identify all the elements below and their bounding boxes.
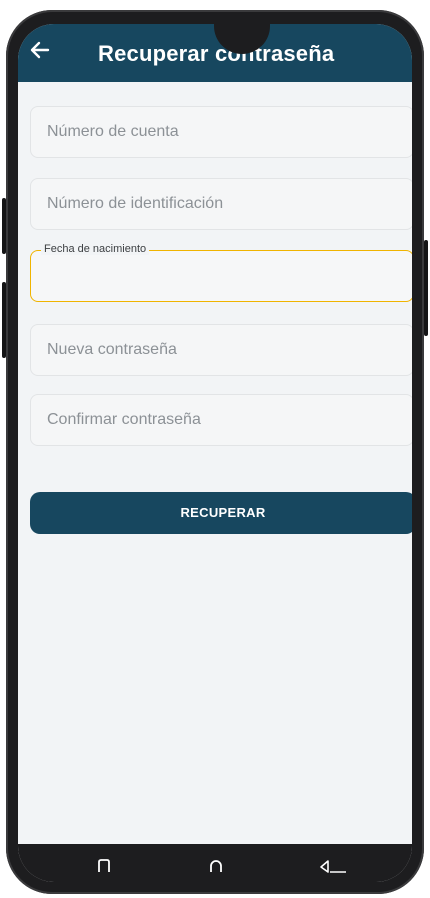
- birth-date-label: Fecha de nacimiento: [41, 243, 150, 255]
- home-icon[interactable]: [208, 858, 224, 874]
- recents-icon[interactable]: [96, 858, 112, 874]
- id-number-placeholder: Número de identificación: [47, 195, 224, 212]
- arrow-left-icon[interactable]: [28, 38, 52, 62]
- new-password-field[interactable]: Nueva contraseña: [30, 324, 412, 376]
- confirm-password-field[interactable]: Confirmar contraseña: [30, 394, 412, 446]
- birth-date-field[interactable]: Fecha de nacimiento: [30, 243, 412, 302]
- confirm-password-placeholder: Confirmar contraseña: [47, 411, 201, 428]
- volume-button: [2, 198, 6, 254]
- page-title: Recuperar contraseña: [98, 41, 335, 66]
- power-button: [2, 282, 6, 358]
- side-button-right: [424, 240, 428, 336]
- back-nav-icon[interactable]: [318, 858, 348, 874]
- account-number-field[interactable]: Número de cuenta: [30, 106, 412, 158]
- account-number-placeholder: Número de cuenta: [47, 123, 179, 140]
- screen: Recuperar contraseña Número de cuenta Nú…: [18, 24, 412, 882]
- recover-button[interactable]: RECUPERAR: [30, 492, 412, 534]
- phone-frame: Recuperar contraseña Número de cuenta Nú…: [2, 10, 428, 894]
- system-nav-bar: [18, 844, 412, 882]
- id-number-field[interactable]: Número de identificación: [30, 178, 412, 230]
- new-password-placeholder: Nueva contraseña: [47, 341, 177, 358]
